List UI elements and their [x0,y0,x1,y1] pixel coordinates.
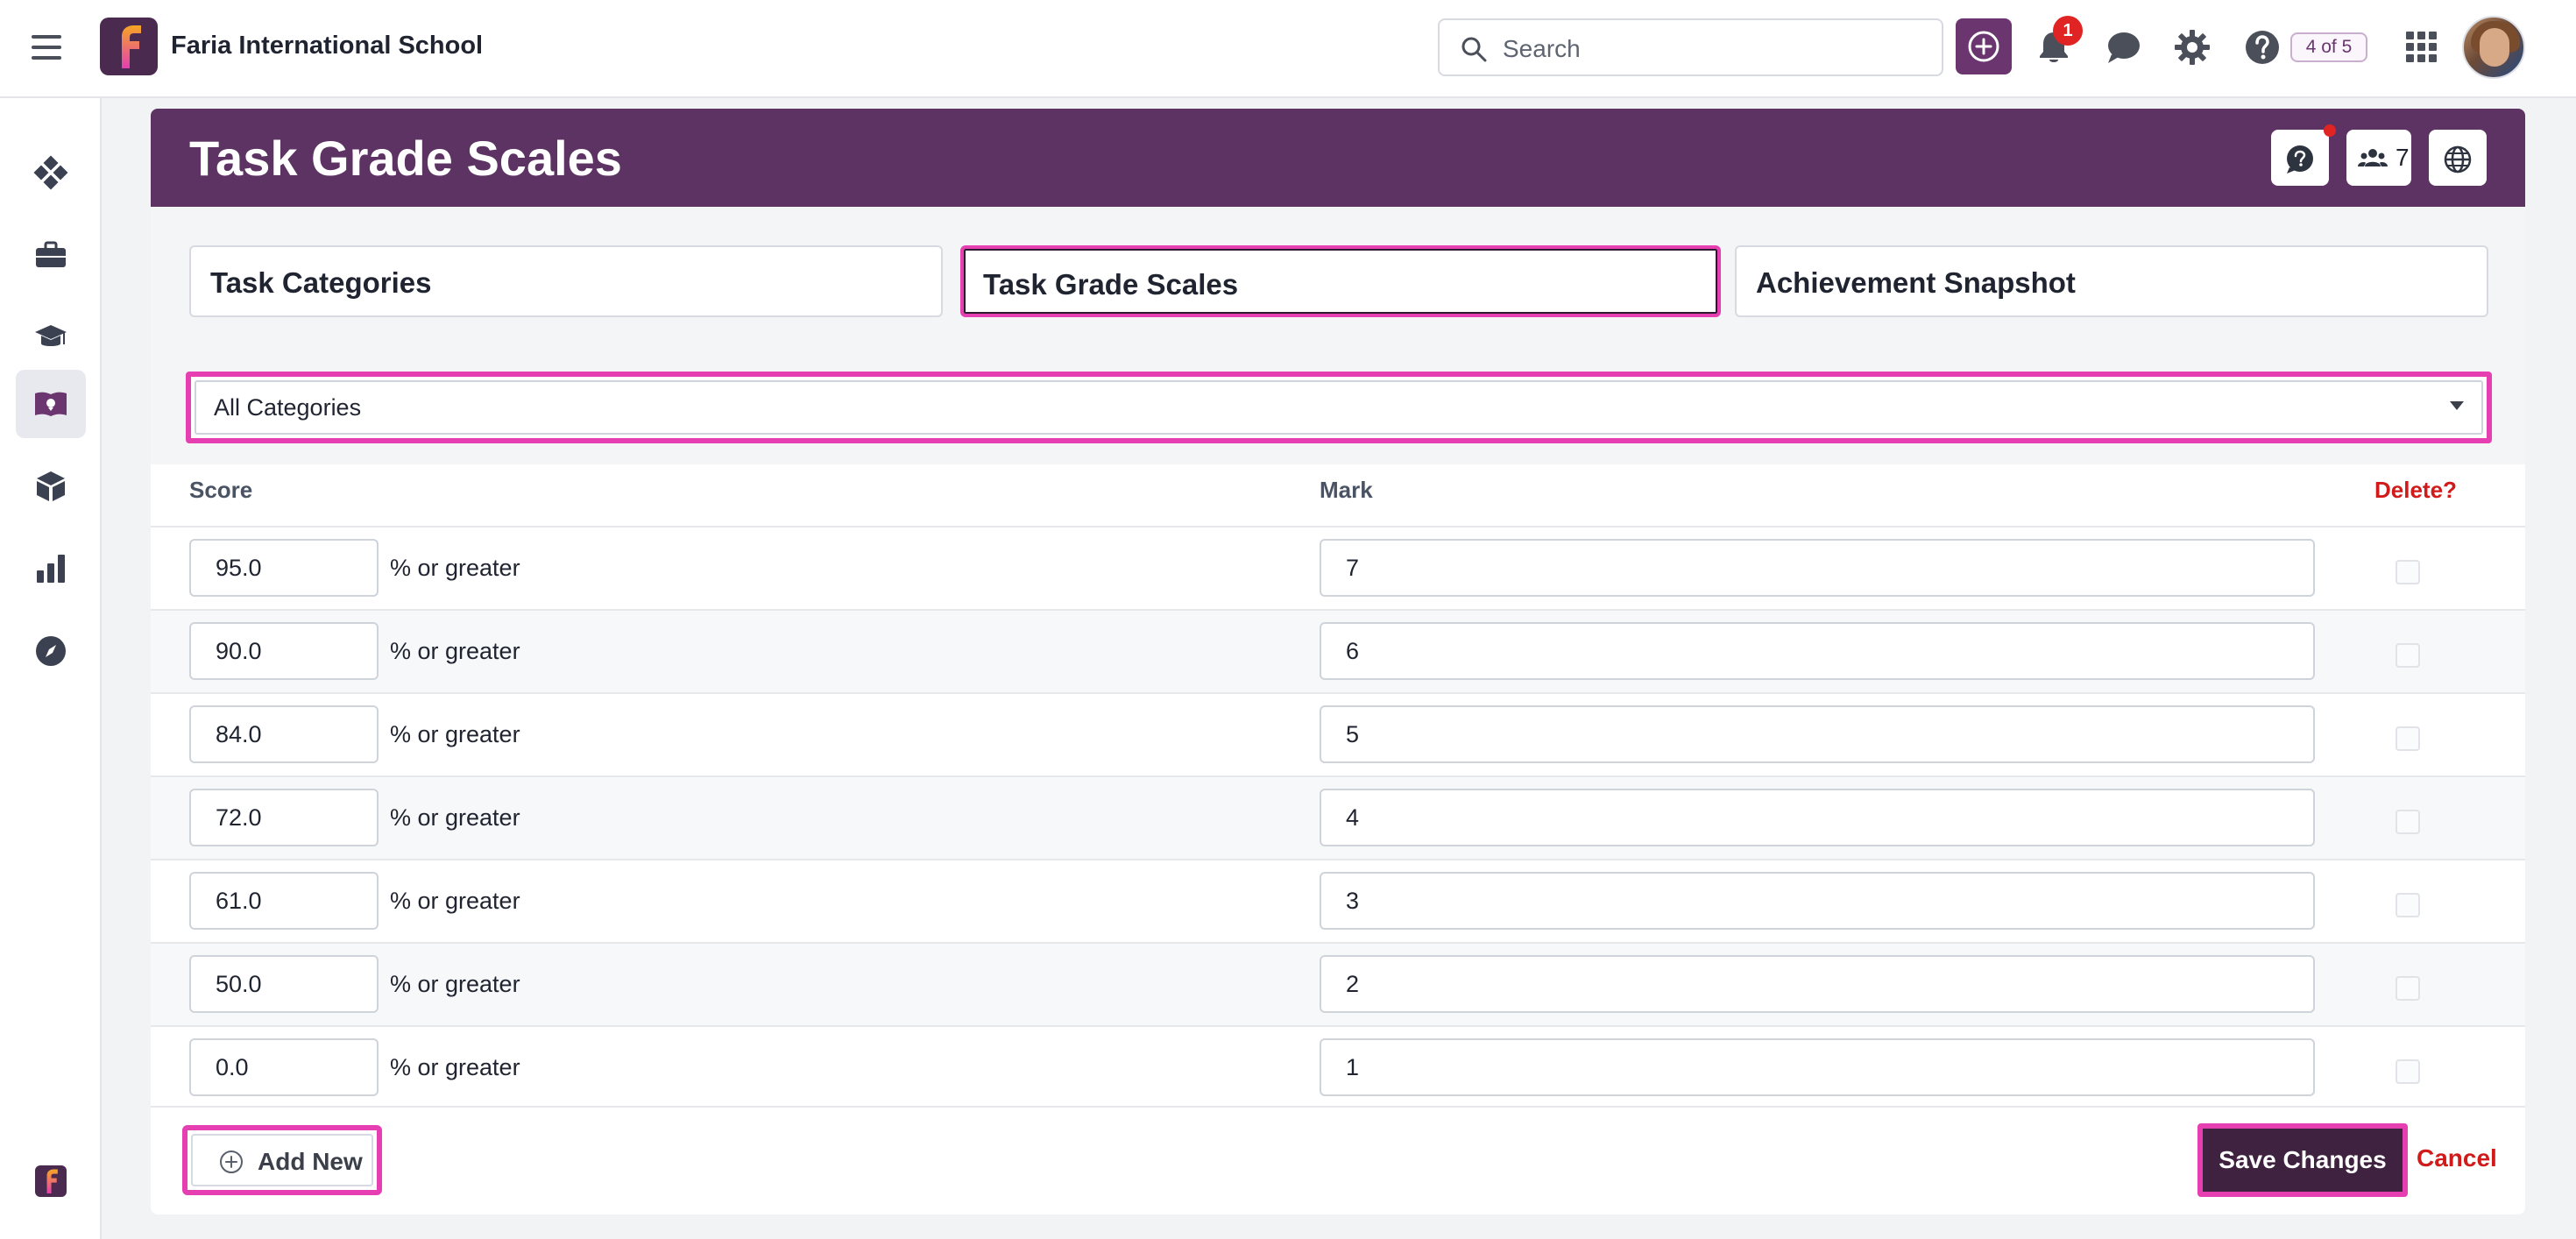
globe-icon [2444,145,2472,173]
sidebar-item-academics[interactable] [16,303,86,372]
school-logo[interactable] [100,18,158,75]
score-input[interactable]: 84.0 [189,705,379,763]
score-suffix: % or greater [390,555,520,581]
score-input[interactable]: 90.0 [189,622,379,680]
language-button[interactable] [2429,130,2487,186]
delete-checkbox[interactable] [2396,560,2420,584]
chat-help-button[interactable] [2271,130,2329,186]
add-new-button[interactable]: Add New [182,1125,382,1195]
apps-grid-icon[interactable] [2403,28,2441,67]
mark-input[interactable]: 2 [1320,955,2315,1013]
search-box[interactable]: Search [1438,18,1943,76]
score-input[interactable]: 61.0 [189,872,379,930]
score-suffix: % or greater [390,971,520,997]
column-header-delete: Delete? [2374,477,2457,503]
bar-chart-icon [37,555,65,583]
score-suffix: % or greater [390,1054,520,1080]
member-count: 7 [2396,144,2410,171]
plus-circle-icon [220,1150,243,1173]
save-changes-button[interactable]: Save Changes [2197,1123,2408,1197]
notification-dot [2324,124,2336,137]
delete-checkbox[interactable] [2396,893,2420,917]
sidebar-item-explore[interactable] [16,617,86,685]
table-row: 72.0 % or greater 4 [151,775,2525,859]
compass-icon [36,636,66,666]
notification-badge: 1 [2053,16,2083,46]
plus-circle-icon [1968,31,1999,62]
main-content: Task Grade Scales 7 Task Categories Task… [151,109,2525,1214]
delete-checkbox[interactable] [2396,726,2420,751]
score-suffix: % or greater [390,804,520,831]
column-header-score: Score [189,477,253,503]
table-row: 95.0 % or greater 7 [151,526,2525,609]
tab-label: Task Grade Scales [983,268,1239,301]
graduation-cap-icon [35,325,67,346]
search-input[interactable]: Search [1503,35,1581,63]
column-header-mark: Mark [1320,477,1373,503]
mark-input[interactable]: 7 [1320,539,2315,597]
faria-logo-icon[interactable] [35,1165,67,1197]
cube-icon [37,471,65,501]
cancel-link[interactable]: Cancel [2417,1144,2497,1172]
page-counter[interactable]: 4 of 5 [2290,32,2367,62]
search-icon [1461,37,1487,62]
user-avatar[interactable] [2462,16,2525,79]
sidebar-item-assessment[interactable] [16,370,86,438]
tab-label: Achievement Snapshot [1756,266,2076,299]
score-input[interactable]: 95.0 [189,539,379,597]
mark-input[interactable]: 3 [1320,872,2315,930]
score-suffix: % or greater [390,638,520,664]
mark-input[interactable]: 5 [1320,705,2315,763]
delete-checkbox[interactable] [2396,976,2420,1001]
table-row: 61.0 % or greater 3 [151,859,2525,942]
save-changes-label: Save Changes [2219,1146,2387,1173]
category-select[interactable]: All Categories [186,372,2492,443]
school-name[interactable]: Faria International School [171,32,483,60]
table-row: 90.0 % or greater 6 [151,609,2525,692]
tab-achievement-snapshot[interactable]: Achievement Snapshot [1735,245,2488,317]
table-row: 84.0 % or greater 5 [151,692,2525,775]
score-suffix: % or greater [390,888,520,914]
delete-checkbox[interactable] [2396,643,2420,668]
chat-icon[interactable] [2105,28,2143,67]
gear-icon[interactable] [2173,28,2212,67]
mark-input[interactable]: 6 [1320,622,2315,680]
sidebar-item-reports[interactable] [16,535,86,603]
members-button[interactable]: 7 [2346,130,2411,186]
category-select-value: All Categories [214,394,362,421]
score-suffix: % or greater [390,721,520,747]
sidebar [0,98,102,1239]
table-footer-divider [151,1106,2525,1108]
score-input[interactable]: 0.0 [189,1038,379,1096]
book-icon [35,392,67,416]
table-row: 0.0 % or greater 1 [151,1025,2525,1108]
mark-input[interactable]: 4 [1320,789,2315,846]
chevron-down-icon [2450,401,2464,410]
chat-question-icon [2287,145,2313,173]
sidebar-item-units[interactable] [16,452,86,520]
add-button[interactable] [1956,18,2012,74]
table-row: 50.0 % or greater 2 [151,942,2525,1025]
tab-task-grade-scales[interactable]: Task Grade Scales [960,245,1721,317]
top-bar: Faria International School Search 1 4 of… [0,0,2576,98]
mark-input[interactable]: 1 [1320,1038,2315,1096]
help-icon[interactable] [2243,28,2282,67]
dashboard-icon [33,155,68,190]
users-icon [2358,149,2388,166]
sidebar-item-dashboard[interactable] [16,138,86,207]
add-new-label: Add New [258,1148,363,1175]
tab-label: Task Categories [210,266,432,299]
page-title: Task Grade Scales [189,131,622,186]
sidebar-item-briefcase[interactable] [16,221,86,289]
delete-checkbox[interactable] [2396,1059,2420,1084]
briefcase-icon [36,241,66,267]
score-input[interactable]: 50.0 [189,955,379,1013]
tab-task-categories[interactable]: Task Categories [189,245,943,317]
menu-icon[interactable] [32,35,61,60]
delete-checkbox[interactable] [2396,810,2420,834]
page-header: Task Grade Scales 7 [151,109,2525,207]
score-input[interactable]: 72.0 [189,789,379,846]
